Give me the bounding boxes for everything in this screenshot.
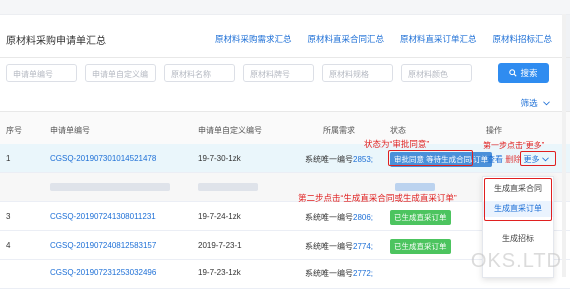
- col-custom-code: 申请单自定义编号: [198, 126, 262, 135]
- row-request-code[interactable]: CGSQ-201907301014521478: [50, 154, 156, 163]
- more-highlight-box: [520, 151, 556, 166]
- row-index: 1: [6, 154, 11, 163]
- delete-link[interactable]: 删除: [505, 155, 521, 164]
- search-icon: [509, 69, 518, 77]
- filter-material-name[interactable]: 原材料名称: [164, 64, 235, 82]
- search-label: 搜索: [520, 68, 538, 78]
- row-demand: 系统唯一编号2772;: [305, 269, 374, 278]
- status-highlight-box: [388, 150, 473, 166]
- row-request-code[interactable]: CGSQ-201907240812583157: [50, 241, 156, 250]
- filter-toggle[interactable]: 筛选: [521, 97, 550, 109]
- filter-toggle-label: 筛选: [520, 98, 538, 108]
- dropdown-highlight-box: [484, 178, 552, 221]
- row-index: 3: [6, 212, 11, 221]
- annotation-step2: 第二步点击“生成直采合同或生成直采订单”: [298, 193, 457, 203]
- col-request-code: 申请单编号: [50, 126, 90, 135]
- col-demand: 所属需求: [323, 126, 355, 135]
- row-custom-code: 19-7-23-1zk: [198, 268, 241, 277]
- watermark: OKS.LTD: [470, 250, 562, 272]
- status-badge: 已生成直采订单: [390, 210, 451, 225]
- filter-material-grade[interactable]: 原材料牌号: [243, 64, 314, 82]
- col-actions: 操作: [486, 126, 502, 135]
- filter-bar: 申请单编号 申请单自定义编 原材料名称 原材料牌号 原材料规格 原材料颜色: [6, 64, 472, 82]
- row-request-code[interactable]: CGSQ-201907241308011231: [50, 212, 156, 221]
- link-direct-contract-summary[interactable]: 原材料直采合同汇总: [307, 33, 384, 45]
- menu-item-generate-tender[interactable]: 生成招标: [483, 231, 553, 247]
- filter-custom-code[interactable]: 申请单自定义编: [85, 64, 156, 82]
- page-title: 原材料采购申请单汇总: [6, 36, 106, 47]
- annotation-status: 状态为“审批同意”: [364, 139, 430, 149]
- link-purchase-demand-summary[interactable]: 原材料采购需求汇总: [215, 33, 292, 45]
- blurred-content: [50, 183, 170, 191]
- blurred-content: [198, 183, 258, 191]
- row-custom-code: 19-7-30-1zk: [198, 154, 241, 163]
- row-demand: 系统唯一编号2774;: [305, 242, 374, 251]
- search-button[interactable]: 搜索: [498, 63, 549, 83]
- annotation-step1: 第一步点击“更多”: [483, 141, 545, 150]
- filter-material-spec[interactable]: 原材料规格: [322, 64, 393, 82]
- summary-links: 原材料采购需求汇总 原材料直采合同汇总 原材料直采订单汇总 原材料招标汇总: [215, 33, 552, 45]
- col-index: 序号: [6, 126, 22, 135]
- row-custom-code: 19-7-24-1zk: [198, 212, 241, 221]
- view-link[interactable]: 查看: [487, 155, 503, 164]
- divider: [0, 57, 570, 58]
- row-demand: 系统唯一编号2853;: [305, 155, 374, 164]
- scrollbar[interactable]: [562, 14, 566, 277]
- row-custom-code: 2019-7-23-1: [198, 241, 242, 250]
- link-tender-summary[interactable]: 原材料招标汇总: [492, 33, 552, 45]
- main-card: 原材料采购申请单汇总 原材料采购需求汇总 原材料直采合同汇总 原材料直采订单汇总…: [0, 0, 570, 289]
- chevron-down-icon: [543, 101, 550, 106]
- row-demand: 系统唯一编号2806;: [305, 213, 374, 222]
- blurred-content: [395, 183, 435, 191]
- filter-request-code[interactable]: 申请单编号: [6, 64, 77, 82]
- top-bar: [0, 0, 570, 15]
- row-request-code[interactable]: CGSQ-201907231253032496: [50, 268, 156, 277]
- row-index: 4: [6, 241, 11, 250]
- filter-material-color[interactable]: 原材料颜色: [401, 64, 472, 82]
- link-direct-order-summary[interactable]: 原材料直采订单汇总: [400, 33, 477, 45]
- col-status: 状态: [390, 126, 406, 135]
- status-badge: 已生成直采订单: [390, 239, 451, 254]
